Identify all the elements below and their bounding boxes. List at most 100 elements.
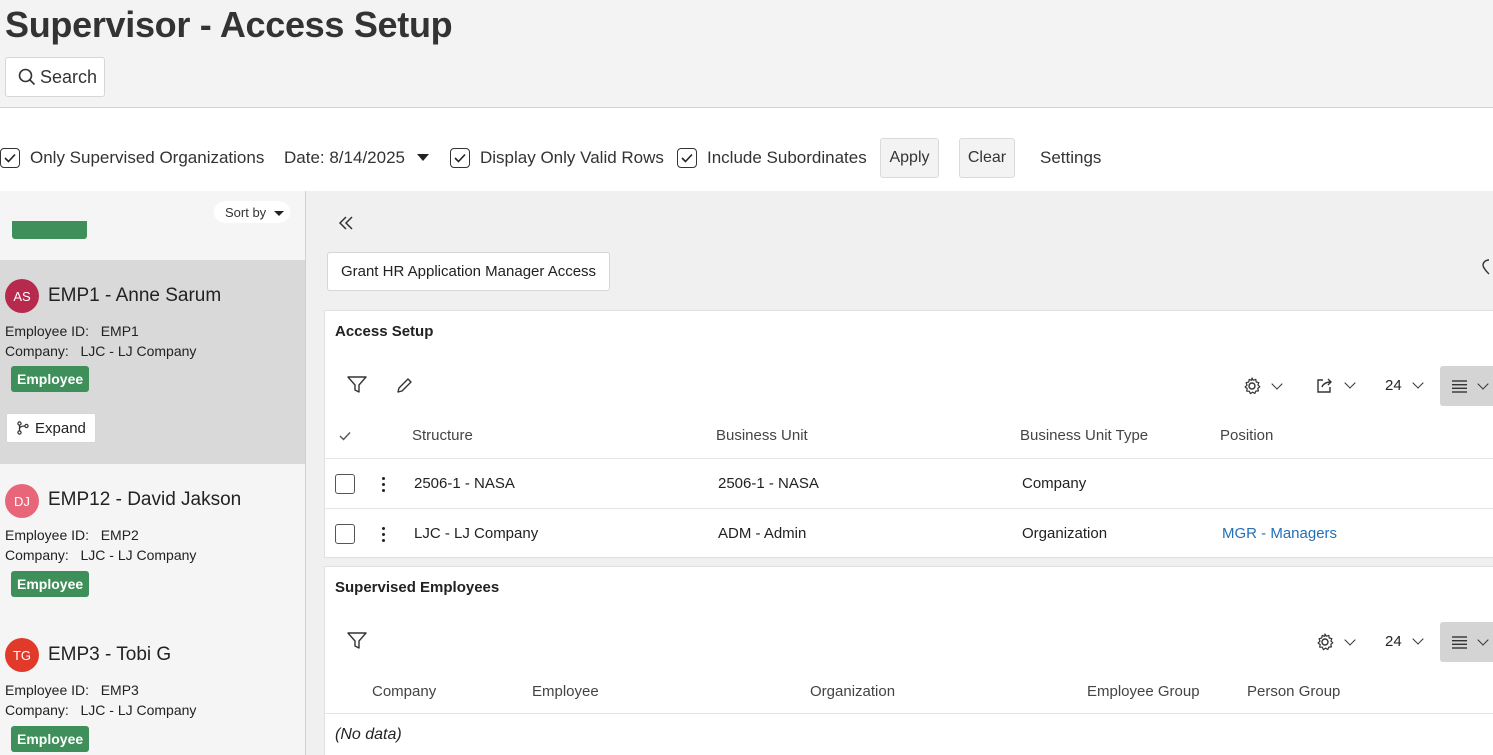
grid-settings-dropdown[interactable] — [1316, 633, 1356, 651]
select-all-checkmark-icon[interactable] — [339, 431, 351, 441]
chevron-down-icon — [1477, 377, 1489, 390]
include-subordinates-checkbox[interactable]: Include Subordinates — [677, 148, 867, 168]
column-header-structure[interactable]: Structure — [412, 427, 473, 444]
hierarchy-icon — [17, 421, 29, 435]
grid-settings-dropdown[interactable] — [1243, 377, 1283, 395]
settings-link[interactable]: Settings — [1040, 148, 1101, 168]
employee-name: EMP3 - Tobi G — [48, 644, 172, 665]
page-size-value: 24 — [1385, 633, 1402, 650]
cell-business-unit-type: Organization — [1022, 525, 1108, 542]
column-header-employee[interactable]: Employee — [532, 683, 599, 700]
view-mode-button[interactable] — [1440, 366, 1493, 406]
collapse-panel-icon[interactable] — [338, 211, 354, 237]
date-filter-label: Date: 8/14/2025 — [284, 148, 405, 167]
employee-company: Company: LJC - LJ Company — [5, 547, 197, 563]
row-menu-icon[interactable] — [380, 477, 386, 492]
search-icon — [18, 68, 36, 86]
export-dropdown[interactable] — [1316, 377, 1356, 394]
row-checkbox[interactable] — [335, 524, 355, 544]
main-content: Grant HR Application Manager Access Acce… — [306, 191, 1493, 755]
cell-structure: LJC - LJ Company — [414, 525, 539, 542]
position-link[interactable]: MGR - Managers — [1222, 525, 1337, 542]
cell-business-unit: ADM - Admin — [718, 525, 807, 542]
gear-icon — [1244, 377, 1261, 395]
list-view-icon — [1452, 379, 1467, 393]
checkbox-checked-icon — [0, 148, 20, 168]
caret-down-icon — [416, 153, 429, 161]
cell-business-unit-type: Company — [1022, 475, 1087, 492]
cell-structure: 2506-1 - NASA — [414, 475, 515, 492]
page-size-value: 24 — [1385, 377, 1402, 394]
column-header-employee-group[interactable]: Employee Group — [1087, 683, 1200, 700]
filter-icon[interactable] — [347, 632, 367, 650]
list-view-icon — [1452, 635, 1467, 649]
chevron-down-icon — [1412, 633, 1424, 645]
employee-company: Company: LJC - LJ Company — [5, 343, 197, 359]
employee-badge: Employee — [11, 726, 90, 752]
page-header: Supervisor - Access Setup Search — [0, 0, 1493, 108]
view-mode-button[interactable] — [1440, 622, 1493, 662]
edit-icon[interactable] — [396, 377, 413, 394]
chevron-down-icon — [1344, 377, 1356, 389]
partial-employee-badge — [12, 221, 87, 239]
column-header-company[interactable]: Company — [372, 683, 436, 700]
export-icon — [1317, 378, 1332, 393]
column-header-business-unit-type[interactable]: Business Unit Type — [1020, 427, 1148, 444]
employee-id: Employee ID: EMP1 — [5, 323, 139, 339]
expand-label: Expand — [35, 419, 86, 437]
search-button[interactable]: Search — [5, 57, 105, 97]
employee-name: EMP1 - Anne Sarum — [48, 285, 222, 306]
column-header-person-group[interactable]: Person Group — [1247, 683, 1340, 700]
page-size-dropdown[interactable]: 24 — [1385, 633, 1424, 650]
sort-by-label: Sort by — [225, 204, 267, 220]
empty-state-text: (No data) — [335, 726, 402, 743]
access-setup-panel: Access Setup 24 Structure Business Unit — [324, 310, 1493, 558]
page-size-dropdown[interactable]: 24 — [1385, 377, 1424, 394]
search-label: Search — [40, 66, 98, 87]
column-header-position[interactable]: Position — [1220, 427, 1273, 444]
employee-list-panel: Sort by AS EMP1 - Anne Sarum Employee ID… — [0, 191, 306, 755]
divider — [325, 458, 1493, 459]
avatar: AS — [5, 279, 39, 313]
supervised-employees-panel: Supervised Employees 24 Company Employee… — [324, 566, 1493, 755]
employee-card[interactable]: DJ EMP12 - David Jakson Employee ID: EMP… — [0, 464, 305, 624]
expand-button[interactable]: Expand — [6, 413, 96, 443]
employee-card[interactable]: AS EMP1 - Anne Sarum Employee ID: EMP1 C… — [0, 260, 305, 464]
employee-badge: Employee — [11, 366, 90, 392]
chevron-down-icon — [1344, 633, 1356, 646]
clear-button[interactable]: Clear — [959, 138, 1015, 178]
caret-down-icon — [274, 210, 285, 216]
row-checkbox[interactable] — [335, 474, 355, 494]
avatar: TG — [5, 638, 39, 672]
access-setup-title: Access Setup — [335, 323, 434, 340]
cell-business-unit: 2506-1 - NASA — [718, 475, 819, 492]
column-header-business-unit[interactable]: Business Unit — [716, 427, 808, 444]
pin-icon[interactable] — [1482, 259, 1493, 280]
checkbox-checked-icon — [677, 148, 697, 168]
column-header-organization[interactable]: Organization — [810, 683, 895, 700]
chevron-down-icon — [1477, 633, 1489, 646]
employee-company: Company: LJC - LJ Company — [5, 702, 197, 718]
date-filter-dropdown[interactable]: Date: 8/14/2025 — [284, 148, 429, 168]
only-supervised-orgs-checkbox[interactable]: Only Supervised Organizations — [0, 148, 264, 168]
sort-by-dropdown[interactable]: Sort by — [214, 201, 290, 223]
supervised-employees-title: Supervised Employees — [335, 579, 500, 596]
gear-icon — [1317, 633, 1334, 651]
employee-badge: Employee — [11, 571, 90, 597]
row-menu-icon[interactable] — [380, 527, 386, 542]
grant-hr-access-button[interactable]: Grant HR Application Manager Access — [327, 252, 610, 291]
divider — [325, 713, 1493, 714]
include-subordinates-label: Include Subordinates — [707, 148, 867, 167]
divider — [325, 508, 1493, 509]
chevron-down-icon — [1412, 377, 1424, 389]
employee-card[interactable]: TG EMP3 - Tobi G Employee ID: EMP3 Compa… — [0, 624, 305, 755]
apply-button[interactable]: Apply — [880, 138, 939, 178]
filter-icon[interactable] — [347, 376, 367, 394]
display-only-valid-rows-label: Display Only Valid Rows — [480, 148, 664, 167]
display-only-valid-rows-checkbox[interactable]: Display Only Valid Rows — [450, 148, 664, 168]
employee-id: Employee ID: EMP2 — [5, 527, 139, 543]
page-title: Supervisor - Access Setup — [5, 4, 453, 45]
avatar: DJ — [5, 484, 39, 518]
checkbox-checked-icon — [450, 148, 470, 168]
employee-name: EMP12 - David Jakson — [48, 489, 242, 510]
